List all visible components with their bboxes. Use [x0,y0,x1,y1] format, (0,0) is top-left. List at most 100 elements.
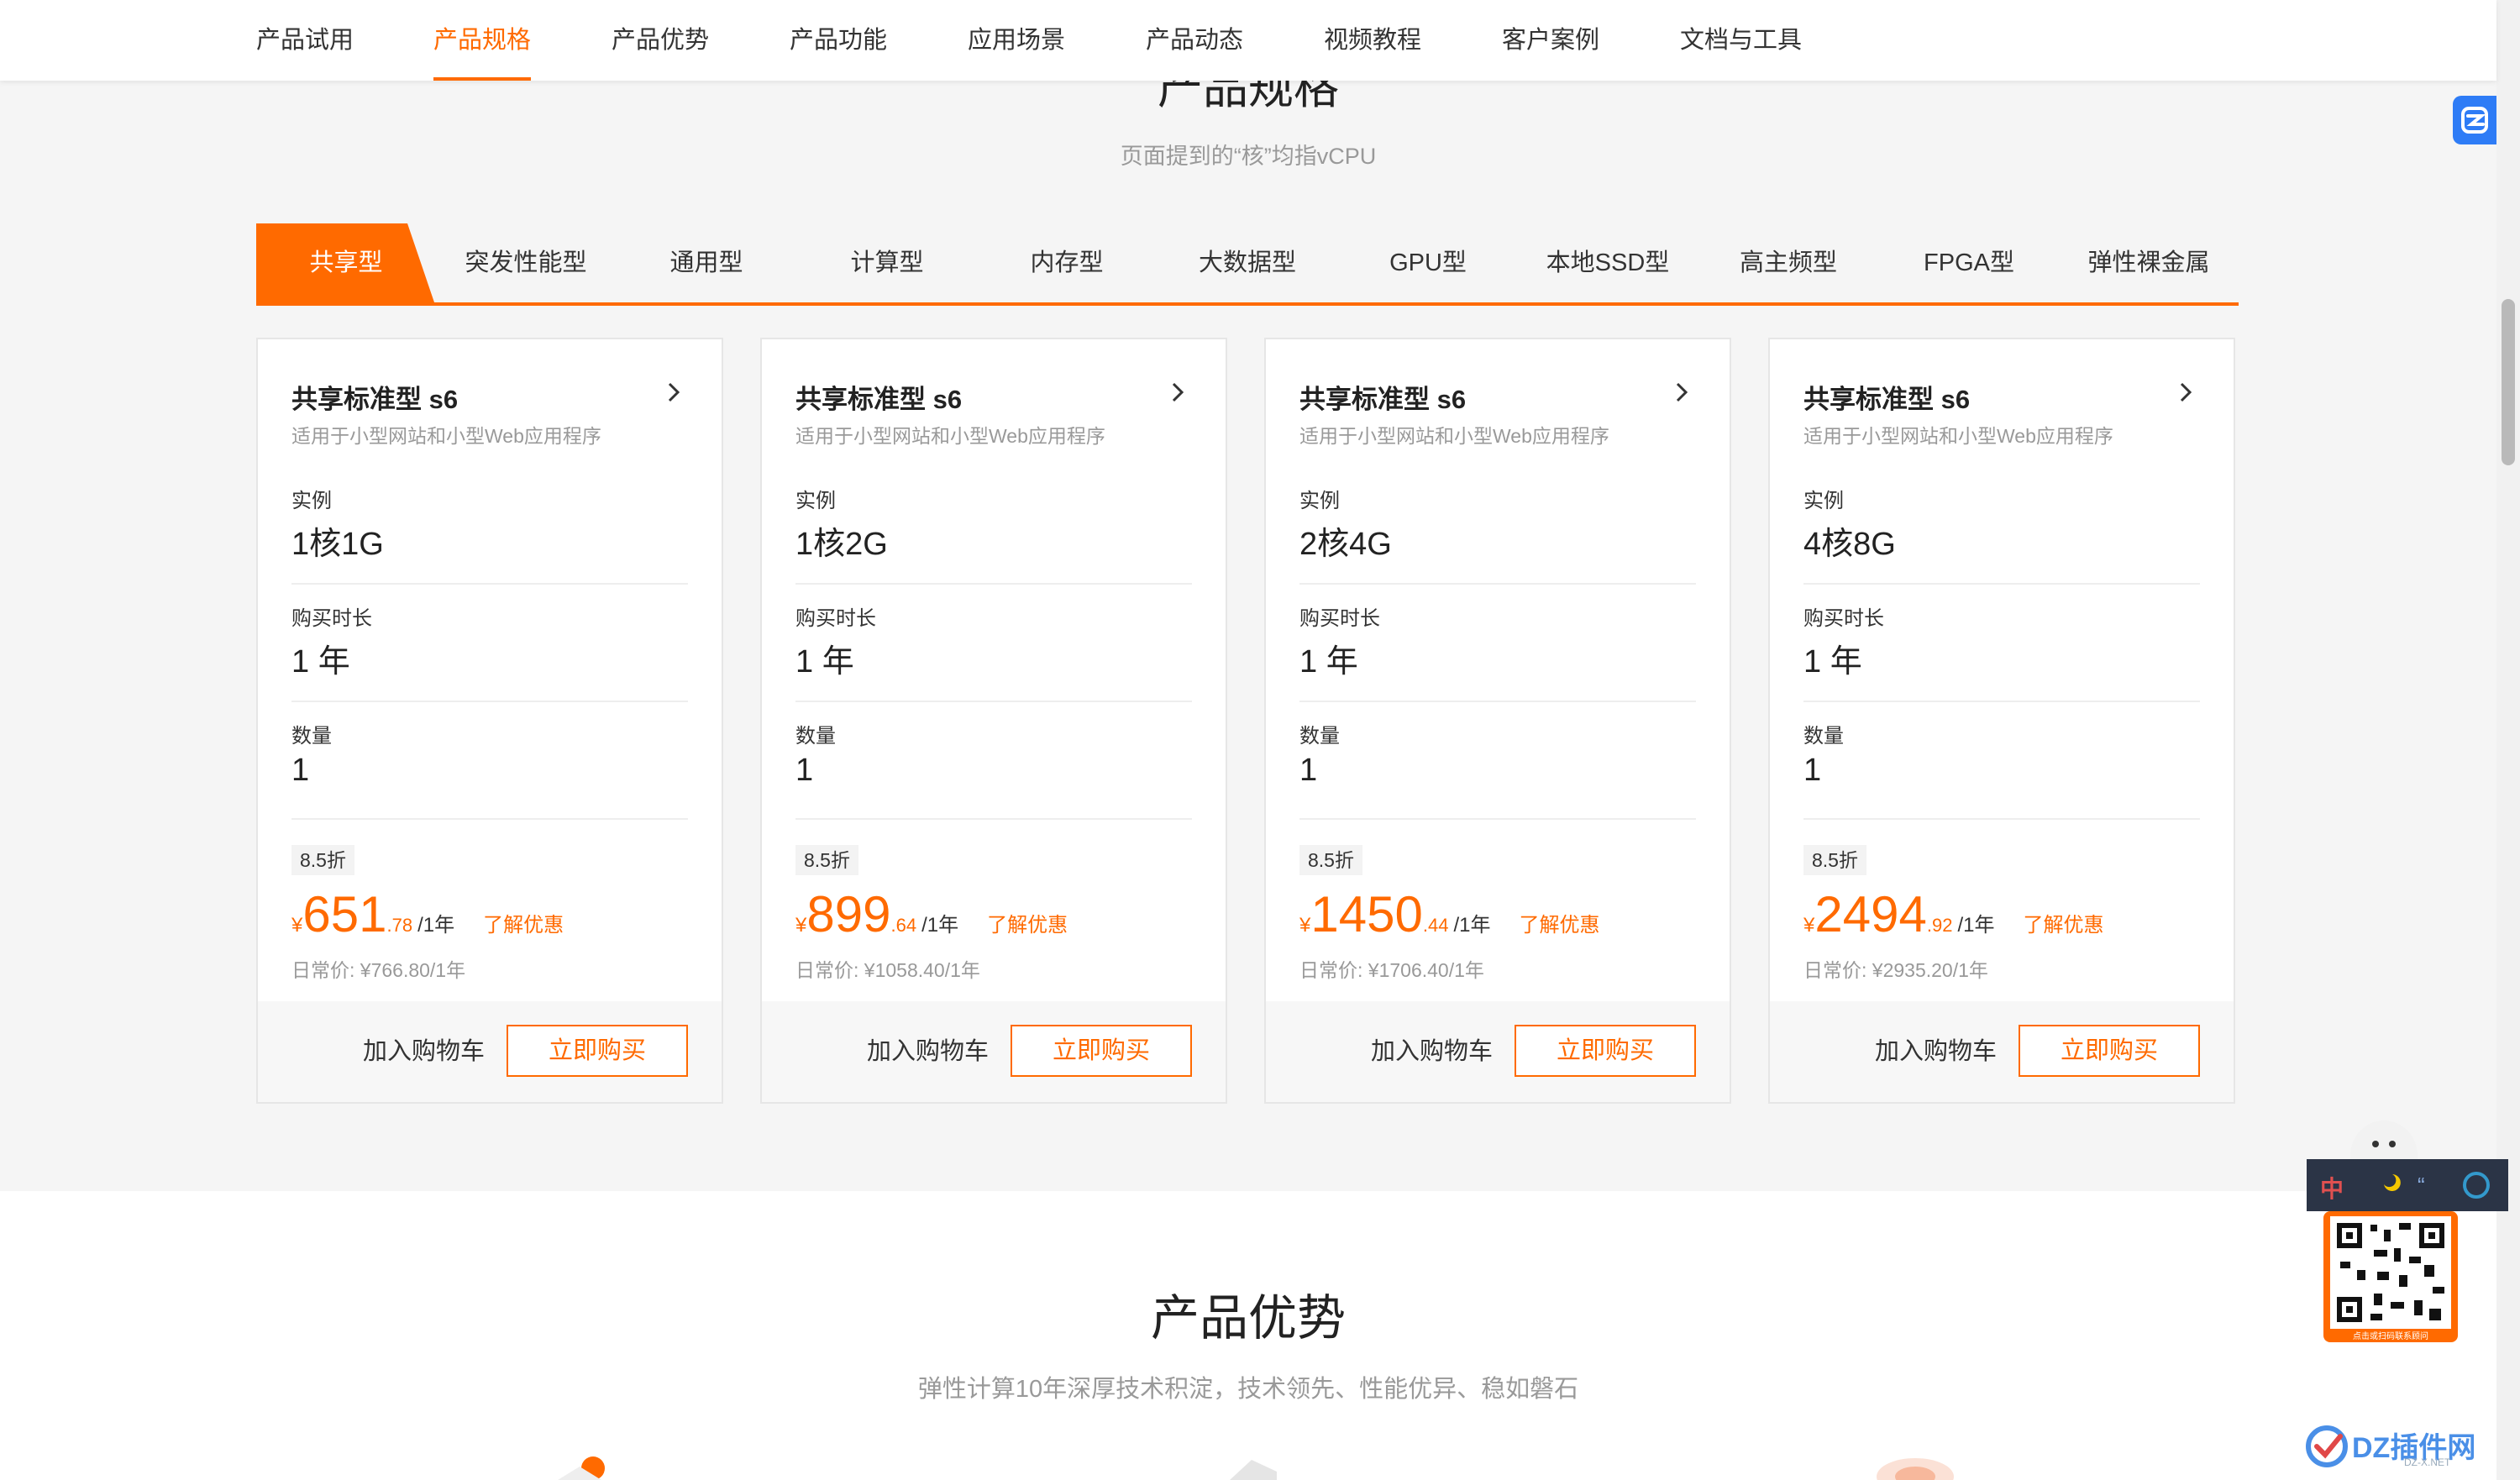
quantity-value[interactable]: 1 [1803,753,1821,789]
card-footer: 加入购物车 立即购买 [1266,1001,1730,1102]
duration-label: 购买时长 [795,607,876,630]
original-price: 日常价: ¥766.80/1年 [291,959,466,981]
advantages-title: 产品优势 [1150,1291,1346,1346]
card-title: 共享标准型 s6 [1299,385,1467,414]
divider [1299,818,1696,820]
nav-item-docs[interactable]: 文档与工具 [1680,0,1802,81]
divider [795,701,1192,702]
language-toggle[interactable]: 中 [2320,1171,2344,1204]
original-price: 日常价: ¥1058.40/1年 [795,959,980,981]
nav-item-news[interactable]: 产品动态 [1146,0,1243,81]
discount-badge: 8.5折 [1803,845,1866,875]
duration-label: 购买时长 [1803,607,1884,630]
tab-big-data[interactable]: 大数据型 [1158,223,1337,302]
advantage-icon [558,1456,605,1480]
quantity-value[interactable]: 1 [795,753,813,789]
duration-value[interactable]: 1 年 [1803,635,1862,681]
spec-card: 共享标准型 s6 适用于小型网站和小型Web应用程序 实例 4核8G 购买时长 … [1768,338,2235,1104]
tab-burstable[interactable]: 突发性能型 [436,223,616,302]
nav-item-advantages[interactable]: 产品优势 [612,0,709,81]
add-to-cart-button[interactable]: 加入购物车 [1371,1001,1493,1102]
tab-shared[interactable]: 共享型 [256,223,436,302]
instance-value[interactable]: 2核4G [1299,517,1392,564]
instance-label: 实例 [795,490,836,512]
sidebar-toggle-button[interactable] [2453,96,2496,144]
price-integer: 651 [302,886,387,942]
tab-high-frequency[interactable]: 高主频型 [1698,223,1878,302]
spec-card: 共享标准型 s6 适用于小型网站和小型Web应用程序 实例 1核1G 购买时长 … [256,338,723,1104]
buy-now-button[interactable]: 立即购买 [1515,1025,1696,1077]
divider [291,818,688,820]
sidebar-toggle-icon [2461,107,2488,134]
instance-value[interactable]: 1核1G [291,517,384,564]
qr-widget-graphic: “ [2307,1120,2508,1342]
price-row: ¥651.78/1年 了解优惠 [291,885,564,944]
card-description: 适用于小型网站和小型Web应用程序 [1299,425,1609,447]
spec-title: 产品规格 [1158,81,1339,113]
instance-value[interactable]: 1核2G [795,517,888,564]
tab-compute[interactable]: 计算型 [797,223,977,302]
card-title: 共享标准型 s6 [1803,385,1971,414]
nav-item-specs[interactable]: 产品规格 [433,0,532,81]
card-description: 适用于小型网站和小型Web应用程序 [795,425,1105,447]
currency-symbol: ¥ [291,914,303,937]
buy-now-button[interactable]: 立即购买 [2019,1025,2200,1077]
check-circle-logo-icon [2306,1425,2348,1467]
add-to-cart-button[interactable]: 加入购物车 [867,1001,989,1102]
buy-now-button[interactable]: 立即购买 [507,1025,688,1077]
tab-memory[interactable]: 内存型 [977,223,1157,302]
add-to-cart-button[interactable]: 加入购物车 [363,1001,485,1102]
price-period: /1年 [417,914,455,937]
customer-service-widget[interactable]: “ 中 点击或扫码联系顾问 [2307,1107,2508,1342]
chevron-right-icon[interactable] [1163,378,1192,407]
duration-value[interactable]: 1 年 [291,635,350,681]
tab-local-ssd[interactable]: 本地SSD型 [1518,223,1698,302]
divider [291,701,688,702]
nav-item-features[interactable]: 产品功能 [790,0,887,81]
original-price: 日常价: ¥2935.20/1年 [1803,959,1988,981]
card-description: 适用于小型网站和小型Web应用程序 [291,425,601,447]
quantity-value[interactable]: 1 [1299,753,1317,789]
promo-link[interactable]: 了解优惠 [1519,914,1599,937]
buy-now-button[interactable]: 立即购买 [1011,1025,1192,1077]
discount-badge: 8.5折 [291,845,354,875]
spec-tabs: 共享型 突发性能型 通用型 计算型 内存型 大数据型 GPU型 本地SSD型 高… [256,223,2239,306]
nav-item-scenarios[interactable]: 应用场景 [968,0,1065,81]
tab-gpu[interactable]: GPU型 [1338,223,1518,302]
currency-symbol: ¥ [1803,914,1815,937]
advantages-subtitle: 弹性计算10年深厚技术积淀，技术领先、性能优异、稳如磐石 [917,1376,1579,1403]
divider [795,583,1192,585]
promo-link[interactable]: 了解优惠 [483,914,564,937]
quantity-label: 数量 [1803,725,1844,748]
chevron-right-icon[interactable] [2171,378,2200,407]
quantity-value[interactable]: 1 [291,753,309,789]
nav-item-trial[interactable]: 产品试用 [256,0,354,81]
divider [1299,701,1696,702]
add-to-cart-button[interactable]: 加入购物车 [1875,1001,1997,1102]
chevron-right-icon[interactable] [659,378,688,407]
divider [1299,583,1696,585]
chevron-right-icon[interactable] [1667,378,1696,407]
nav-item-cases[interactable]: 客户案例 [1502,0,1599,81]
duration-value[interactable]: 1 年 [795,635,854,681]
card-description: 适用于小型网站和小型Web应用程序 [1803,425,2113,447]
instance-value[interactable]: 4核8G [1803,517,1896,564]
currency-symbol: ¥ [795,914,807,937]
promo-link[interactable]: 了解优惠 [987,914,1068,937]
price-period: /1年 [1957,914,1995,937]
scrollbar-thumb[interactable] [2502,299,2515,465]
top-nav: 产品试用 产品规格 产品优势 产品功能 应用场景 产品动态 视频教程 客户案例 … [0,0,2496,81]
tab-fpga[interactable]: FPGA型 [1879,223,2059,302]
price-integer: 899 [806,886,891,942]
duration-value[interactable]: 1 年 [1299,635,1358,681]
promo-link[interactable]: 了解优惠 [2023,914,2103,937]
quote-icon: “ [2418,1173,2425,1198]
tab-bare-metal[interactable]: 弹性裸金属 [2059,223,2239,302]
tab-general[interactable]: 通用型 [617,223,796,302]
price-period: /1年 [921,914,959,937]
card-footer: 加入购物车 立即购买 [1770,1001,2234,1102]
divider [1803,583,2200,585]
card-title: 共享标准型 s6 [291,385,459,414]
nav-item-videos[interactable]: 视频教程 [1324,0,1421,81]
card-footer: 加入购物车 立即购买 [762,1001,1226,1102]
